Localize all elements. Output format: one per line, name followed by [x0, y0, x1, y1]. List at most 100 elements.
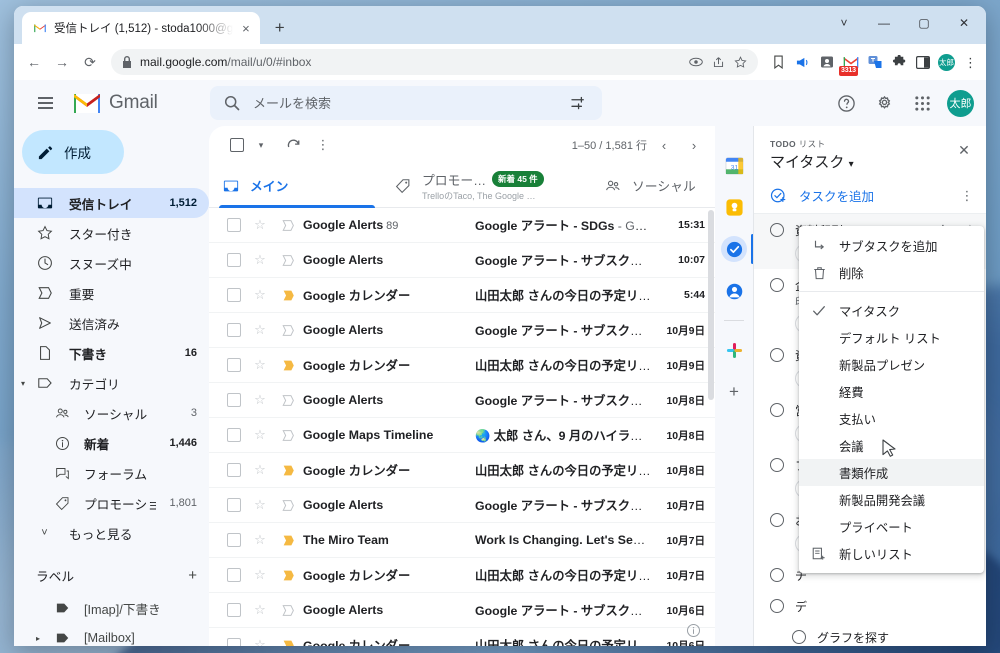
- search-bar[interactable]: [210, 86, 602, 120]
- maximize-button[interactable]: ▢: [904, 7, 944, 39]
- sidebar-label-imap-drafts[interactable]: [Imap]/下書き: [14, 593, 209, 623]
- browser-tab[interactable]: 受信トレイ (1,512) - stoda1000@g ×: [22, 12, 260, 44]
- table-row[interactable]: ☆ Google カレンダー 山田太郎 さんの今日の予定リスト（午… 5:44: [209, 278, 715, 313]
- sidebar-item-social[interactable]: ソーシャル 3: [14, 398, 209, 428]
- star-icon[interactable]: ☆: [247, 252, 273, 268]
- important-icon[interactable]: [273, 429, 303, 442]
- star-icon[interactable]: ☆: [247, 217, 273, 233]
- star-icon[interactable]: ☆: [247, 497, 273, 513]
- add-task-row[interactable]: タスクを追加 ⋮: [754, 180, 986, 214]
- row-checkbox[interactable]: [221, 498, 247, 512]
- task-complete-circle[interactable]: [792, 630, 806, 644]
- eye-icon[interactable]: [689, 57, 703, 67]
- three-dot-menu-icon[interactable]: ⋮: [309, 131, 337, 159]
- forward-icon[interactable]: →: [49, 49, 75, 75]
- star-icon[interactable]: ☆: [247, 427, 273, 443]
- compose-button[interactable]: 作成: [22, 130, 124, 174]
- sidebar-item-promotions[interactable]: プロモーション 1,801: [14, 488, 209, 518]
- translate-icon[interactable]: [866, 54, 883, 71]
- menu-item[interactable]: 新製品開発会議: [799, 486, 984, 513]
- next-page-icon[interactable]: ›: [681, 132, 707, 158]
- task-complete-circle[interactable]: [770, 568, 784, 582]
- star-icon[interactable]: ☆: [247, 532, 273, 548]
- sidebar-item-snoozed[interactable]: スヌーズ中: [14, 248, 209, 278]
- refresh-icon[interactable]: [279, 131, 307, 159]
- sidebar-item-inbox[interactable]: 受信トレイ 1,512: [14, 188, 209, 218]
- table-row[interactable]: ☆ Google Alerts 89 Google アラート - SDGs - Goo…: [209, 208, 715, 243]
- row-checkbox[interactable]: [221, 603, 247, 617]
- table-row[interactable]: ☆ Google Alerts Google アラート - サブスクリプション 10:…: [209, 243, 715, 278]
- row-checkbox[interactable]: [221, 358, 247, 372]
- tasks-icon[interactable]: [721, 234, 754, 264]
- add-task-label[interactable]: タスクを追加: [799, 186, 946, 205]
- menu-item[interactable]: 新しいリスト: [799, 540, 984, 567]
- important-icon[interactable]: [273, 219, 303, 232]
- task-complete-circle[interactable]: [770, 513, 784, 527]
- table-row[interactable]: ☆ Google Maps Timeline 🌏 太郎 さん、9 月のハイライトをお…: [209, 418, 715, 453]
- row-checkbox[interactable]: [221, 533, 247, 547]
- row-checkbox[interactable]: [221, 568, 247, 582]
- task-complete-circle[interactable]: [770, 458, 784, 472]
- table-row[interactable]: ☆ Google カレンダー 山田太郎 さんの今日の予定リスト（午… 10月6日: [209, 628, 715, 646]
- star-icon[interactable]: ☆: [247, 322, 273, 338]
- three-dot-menu-icon[interactable]: ⋮: [958, 188, 976, 204]
- address-bar[interactable]: mail.google.com/mail/u/0/#inbox: [111, 49, 758, 75]
- table-row[interactable]: ☆ Google カレンダー 山田太郎 さんの今日の予定リスト（午… 10月8日: [209, 453, 715, 488]
- task-complete-circle[interactable]: [770, 403, 784, 417]
- calendar-icon[interactable]: 31: [721, 152, 747, 178]
- row-checkbox[interactable]: [221, 428, 247, 442]
- plus-icon[interactable]: +: [188, 567, 197, 584]
- tab-social[interactable]: ソーシャル: [591, 164, 715, 207]
- task-complete-circle[interactable]: [770, 278, 784, 292]
- close-icon[interactable]: ×: [240, 21, 252, 36]
- reload-icon[interactable]: ⟳: [77, 49, 103, 75]
- help-icon[interactable]: [829, 86, 863, 120]
- bookmark-star-icon[interactable]: [734, 55, 747, 69]
- yellow-flag-icon[interactable]: [273, 359, 303, 372]
- gmail-extension-icon[interactable]: 3313: [839, 54, 859, 76]
- table-row[interactable]: ☆ Google Alerts Google アラート - サブスクリプション 10月…: [209, 593, 715, 628]
- star-icon[interactable]: ☆: [247, 287, 273, 303]
- table-row[interactable]: ☆ The Miro Team Work Is Changing. Let's Se…: [209, 523, 715, 558]
- account-avatar[interactable]: 太郎: [947, 89, 974, 117]
- select-all-dropdown-icon[interactable]: ▾: [253, 131, 269, 159]
- menu-item[interactable]: デフォルト リスト: [799, 324, 984, 351]
- important-icon[interactable]: [273, 394, 303, 407]
- close-window-button[interactable]: ✕: [944, 7, 984, 39]
- browser-profile-avatar[interactable]: 太郎: [938, 53, 955, 71]
- sidepanel-icon[interactable]: [914, 54, 931, 71]
- table-row[interactable]: ☆ Google Alerts Google アラート - サブスクリプション 10月…: [209, 313, 715, 348]
- yellow-flag-icon[interactable]: [273, 639, 303, 646]
- back-icon[interactable]: ←: [21, 49, 47, 75]
- star-icon[interactable]: ☆: [247, 462, 273, 478]
- row-checkbox[interactable]: [221, 323, 247, 337]
- share-icon[interactable]: [712, 56, 725, 69]
- megaphone-icon[interactable]: [794, 54, 811, 71]
- table-row[interactable]: ☆ Google Alerts Google アラート - サブスクリプション 10月…: [209, 383, 715, 418]
- search-input[interactable]: [253, 95, 558, 111]
- important-icon[interactable]: [273, 324, 303, 337]
- three-dot-menu-icon[interactable]: ⋮: [962, 54, 979, 71]
- yellow-flag-icon[interactable]: [273, 569, 303, 582]
- scrollbar-thumb[interactable]: [708, 210, 714, 400]
- row-checkbox[interactable]: [221, 463, 247, 477]
- important-icon[interactable]: [273, 499, 303, 512]
- menu-item[interactable]: 支払い: [799, 405, 984, 432]
- table-row[interactable]: ☆ Google Alerts Google アラート - サブスクリプション 10月…: [209, 488, 715, 523]
- star-icon[interactable]: ☆: [247, 392, 273, 408]
- task-complete-circle[interactable]: [770, 348, 784, 362]
- info-icon[interactable]: [686, 623, 701, 638]
- settings-gear-icon[interactable]: [867, 86, 901, 120]
- star-icon[interactable]: ☆: [247, 637, 273, 646]
- yellow-flag-icon[interactable]: [273, 464, 303, 477]
- sidebar-item-more[interactable]: ˅ もっと見る: [14, 518, 209, 548]
- menu-item[interactable]: 書類作成: [799, 459, 984, 486]
- contacts-icon[interactable]: [721, 278, 747, 304]
- important-icon[interactable]: [273, 604, 303, 617]
- keep-icon[interactable]: [721, 194, 747, 220]
- row-checkbox[interactable]: [221, 638, 247, 646]
- menu-item[interactable]: 新製品プレゼン: [799, 351, 984, 378]
- tab-primary[interactable]: メイン: [209, 164, 381, 208]
- menu-item[interactable]: 会議: [799, 432, 984, 459]
- task-item[interactable]: デ: [754, 590, 986, 621]
